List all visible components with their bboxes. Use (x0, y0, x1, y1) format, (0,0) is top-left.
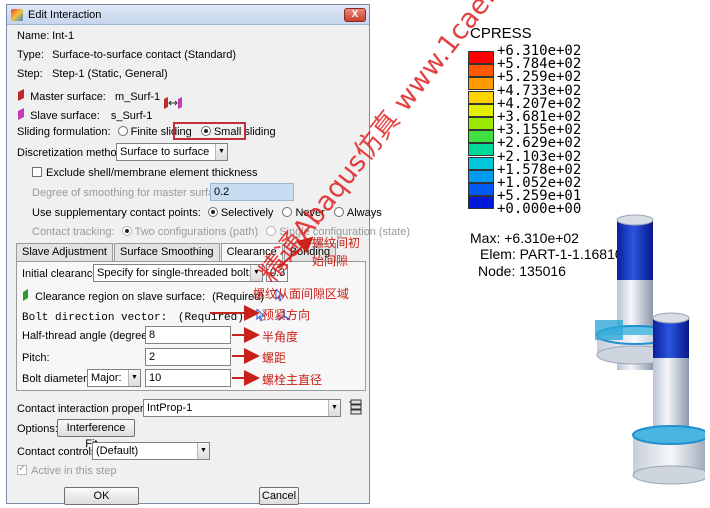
half-angle-annotation: 半角度 (262, 330, 299, 344)
legend-swatch (468, 103, 494, 117)
legend-swatch (468, 156, 494, 170)
legend-swatch (468, 77, 494, 91)
thread-clearance-annotation: 螺纹间初始间隙 (312, 236, 361, 268)
legend-value: +0.000e+00 (497, 201, 582, 218)
legend-swatch (468, 196, 494, 210)
legend-swatch (468, 51, 494, 64)
legend-swatch (468, 130, 494, 144)
legend-swatch (468, 117, 494, 130)
thread-region-annotation: 螺纹从面间隙区域 (253, 287, 350, 301)
front-bolt-top (652, 312, 690, 324)
back-bolt-head (617, 220, 653, 280)
bolt-contour-render (595, 214, 705, 485)
diameter-annotation: 螺栓主直径 (262, 373, 323, 387)
pitch-annotation: 螺距 (262, 351, 287, 365)
legend-swatch (468, 90, 494, 104)
max-value-line: Max: +6.310e+02 (470, 230, 579, 246)
preload-direction-annotation: 预紧方向 (262, 308, 311, 322)
legend-swatch (468, 64, 494, 78)
legend-swatch (468, 143, 494, 157)
back-bolt-top (616, 214, 654, 226)
legend-swatch (468, 183, 494, 196)
front-bolt-head (653, 318, 689, 358)
legend-swatch (468, 169, 494, 183)
max-node-line: Node: 135016 (478, 263, 566, 279)
